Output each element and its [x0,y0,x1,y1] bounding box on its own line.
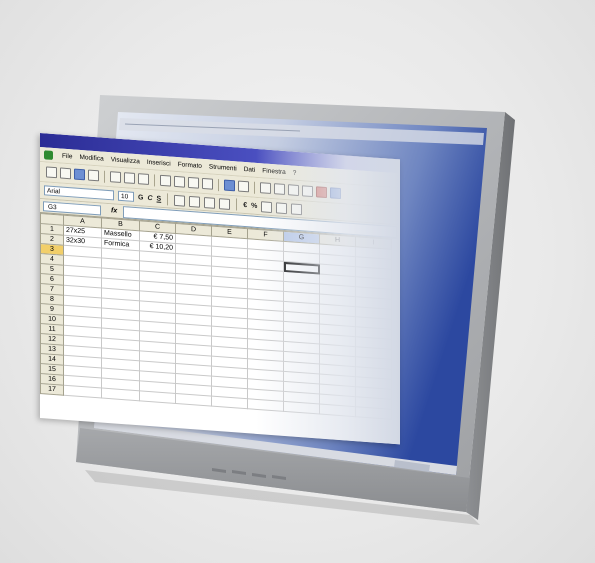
spell-icon[interactable] [138,173,149,186]
cell-i17[interactable] [355,406,392,420]
underline-button[interactable]: S [157,195,162,202]
font-size-select[interactable]: 10 [118,190,134,202]
save-icon[interactable] [74,168,85,181]
undo-icon[interactable] [224,179,235,192]
menu-strumenti[interactable]: Strumenti [209,163,237,172]
copy-icon[interactable] [174,175,185,188]
indent-icon[interactable] [291,202,303,215]
chart-icon[interactable] [316,186,327,199]
cell-c17[interactable] [139,390,176,404]
increase-decimal-icon[interactable] [261,200,273,213]
toolbar-separator [104,170,105,183]
menu-modifica[interactable]: Modifica [79,153,103,162]
menu-finestra[interactable]: Finestra [262,167,285,176]
sort-desc-icon[interactable] [302,185,313,198]
cell-b17[interactable] [101,388,140,401]
merge-center-icon[interactable] [219,197,231,210]
cell-d17[interactable] [175,393,212,407]
menu-help[interactable]: ? [293,169,297,176]
cell-e17[interactable] [211,396,248,409]
menu-visualizza[interactable]: Visualizza [111,156,140,165]
toolbar-separator [236,198,238,211]
new-icon[interactable] [46,166,57,179]
sort-asc-icon[interactable] [288,184,299,197]
menu-dati[interactable]: Dati [244,165,256,173]
print-icon[interactable] [110,171,121,183]
permission-icon[interactable] [88,169,99,182]
hyperlink-icon[interactable] [260,182,271,194]
menu-file[interactable]: File [62,152,72,160]
scene: File Modifica Visualizza Inserisci Forma… [0,0,595,563]
toolbar-separator [218,178,219,191]
spreadsheet-window: File Modifica Visualizza Inserisci Forma… [40,133,400,445]
cell-h17[interactable] [319,404,356,417]
percent-button[interactable]: % [251,202,257,209]
toolbar-separator [167,193,169,206]
currency-button[interactable]: € [243,201,247,208]
paste-icon[interactable] [188,176,199,189]
cell-f17[interactable] [247,398,284,412]
toolbar-separator [254,181,255,194]
drawing-icon[interactable] [330,187,341,200]
app-icon[interactable] [44,149,53,160]
cut-icon[interactable] [160,174,171,187]
row-header-17[interactable]: 17 [40,383,64,396]
sum-icon[interactable] [274,183,285,195]
align-left-icon[interactable] [174,194,186,207]
redo-icon[interactable] [238,180,249,193]
decrease-decimal-icon[interactable] [276,201,288,214]
menu-inserisci[interactable]: Inserisci [147,158,171,167]
align-center-icon[interactable] [189,195,201,208]
bold-button[interactable]: G [138,194,143,201]
font-name-select[interactable]: Arial [44,185,114,201]
fx-icon[interactable]: fx [111,207,117,214]
cell-a17[interactable] [63,385,102,399]
name-box[interactable]: G3 [43,200,101,215]
format-painter-icon[interactable] [202,177,213,190]
menu-formato[interactable]: Formato [178,161,202,170]
spreadsheet-grid: ABCDEFGHI 1 27x25 Massello € 7,50 2 32x30 Form… [40,213,392,420]
toolbar-separator [154,173,155,186]
preview-icon[interactable] [124,172,135,184]
open-icon[interactable] [60,167,71,180]
align-right-icon[interactable] [204,196,216,209]
cell-g17[interactable] [283,401,320,415]
italic-button[interactable]: C [147,194,152,201]
